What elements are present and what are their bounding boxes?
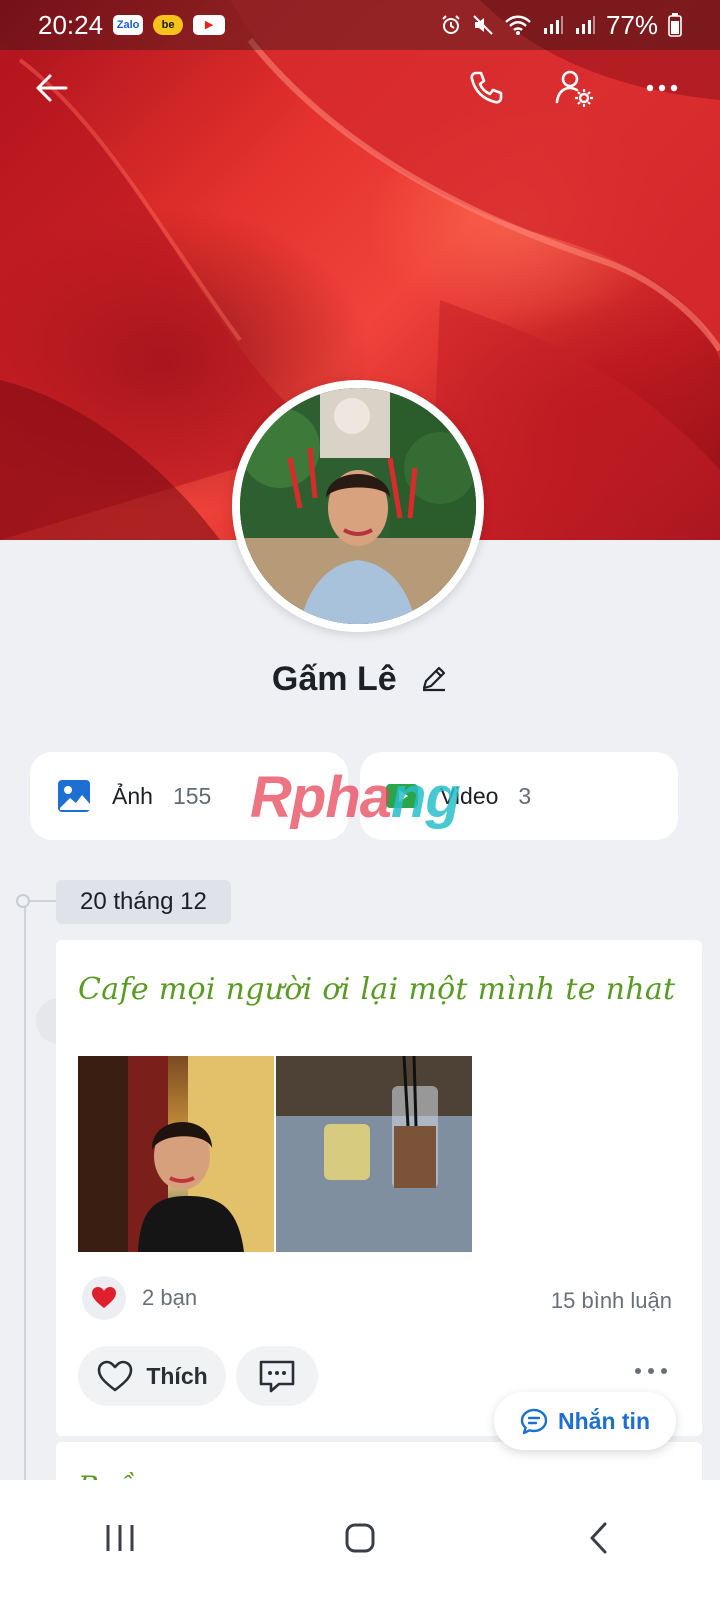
battery-percent: 77% bbox=[605, 9, 658, 40]
timeline-dot bbox=[16, 894, 30, 908]
user-settings-icon bbox=[555, 70, 593, 107]
like-button[interactable]: Thích bbox=[78, 1346, 226, 1406]
post-text[interactable]: Cafe mọi người ơi lại một mình te nhat bbox=[78, 972, 675, 1007]
profile-settings-button[interactable] bbox=[546, 60, 602, 116]
reactions-count: 2 bạn bbox=[142, 1285, 198, 1310]
comments-count[interactable]: 15 bình luận bbox=[551, 1288, 672, 1314]
chat-bubble-icon bbox=[520, 1408, 548, 1435]
image-icon bbox=[58, 780, 90, 812]
phone-icon bbox=[470, 71, 503, 104]
more-options-button[interactable] bbox=[634, 60, 690, 116]
recent-apps-button[interactable] bbox=[103, 1521, 137, 1560]
chevron-left-icon bbox=[590, 1522, 607, 1553]
videos-count: 3 bbox=[518, 782, 532, 809]
profile-name-row: Gấm Lê bbox=[0, 660, 720, 701]
post-card: Cafe mọi người ơi lại một mình te nhat 2… bbox=[56, 940, 702, 1436]
be-app-icon: be bbox=[153, 15, 184, 35]
call-button[interactable] bbox=[458, 60, 514, 116]
avatar-illustration bbox=[240, 388, 476, 624]
photos-count: 155 bbox=[172, 782, 212, 809]
battery-icon bbox=[668, 13, 682, 37]
home-icon bbox=[345, 1523, 375, 1552]
status-bar: 20:24 Zalo be ▶ 77% bbox=[0, 0, 720, 50]
post-more-button[interactable] bbox=[634, 1364, 668, 1382]
selfie-illustration bbox=[78, 1056, 274, 1252]
timeline-line bbox=[24, 902, 26, 1512]
heart-reaction-icon bbox=[82, 1276, 126, 1320]
profile-avatar[interactable] bbox=[232, 380, 484, 632]
post-photo-2[interactable] bbox=[276, 1056, 472, 1252]
post-photo-1[interactable] bbox=[78, 1056, 274, 1252]
photos-label: Ảnh bbox=[112, 782, 153, 809]
reactions-summary[interactable]: 2 bạn bbox=[82, 1276, 197, 1320]
system-nav-bar bbox=[0, 1480, 720, 1600]
profile-name: Gấm Lê bbox=[271, 660, 397, 698]
watermark-logo: Rphang bbox=[250, 764, 461, 831]
timeline-date: 20 tháng 12 bbox=[56, 880, 231, 924]
wifi-icon bbox=[505, 15, 531, 35]
like-label: Thích bbox=[146, 1362, 208, 1389]
more-horizontal-icon bbox=[646, 84, 678, 92]
signal-icon-1 bbox=[543, 16, 563, 34]
alarm-icon bbox=[442, 15, 460, 34]
recent-apps-icon bbox=[106, 1524, 134, 1551]
heart-outline-icon bbox=[98, 1360, 133, 1392]
timeline-connector bbox=[30, 900, 56, 902]
signal-icon-2 bbox=[575, 16, 595, 34]
top-toolbar bbox=[0, 60, 720, 120]
pencil-icon bbox=[422, 666, 446, 691]
system-back-button[interactable] bbox=[583, 1521, 617, 1560]
watermark-text-b: ng bbox=[391, 765, 461, 830]
home-button[interactable] bbox=[343, 1521, 377, 1560]
send-message-button[interactable]: Nhắn tin bbox=[494, 1392, 676, 1450]
youtube-icon: ▶ bbox=[193, 15, 226, 35]
status-time: 20:24 bbox=[38, 9, 104, 40]
edit-name-button[interactable] bbox=[420, 662, 448, 701]
avatar-photo bbox=[240, 388, 476, 624]
zalo-app-icon: Zalo bbox=[113, 15, 144, 35]
back-button[interactable] bbox=[24, 60, 80, 116]
heart-icon bbox=[92, 1287, 116, 1308]
watermark-text-a: Rpha bbox=[250, 765, 392, 830]
coffee-illustration bbox=[276, 1056, 472, 1252]
comment-button[interactable] bbox=[236, 1346, 318, 1406]
comment-icon bbox=[259, 1360, 295, 1393]
more-horizontal-icon bbox=[635, 1368, 667, 1374]
mute-icon bbox=[473, 15, 493, 35]
arrow-left-icon bbox=[36, 74, 68, 102]
send-message-label: Nhắn tin bbox=[558, 1407, 650, 1434]
